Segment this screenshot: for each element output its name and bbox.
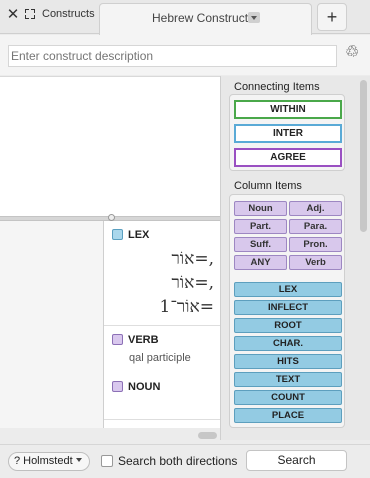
hebrew-word-2[interactable]: אוֹר=, (171, 273, 214, 293)
text-item-button[interactable]: TEXT (234, 372, 342, 387)
palette-scrollbar[interactable] (360, 80, 367, 232)
description-row: ♲ (0, 35, 370, 75)
lex-header: LEX (128, 229, 150, 241)
verb-button[interactable]: Verb (289, 255, 342, 270)
lex-swatch (112, 229, 123, 240)
verb-swatch (112, 334, 123, 345)
search-both-directions-checkbox[interactable] (101, 455, 113, 467)
noun-swatch (112, 381, 123, 392)
version-label: Holmstedt (23, 455, 73, 467)
para-button[interactable]: Para. (289, 219, 342, 234)
verb-header: VERB (128, 334, 159, 346)
lex-item-button[interactable]: LEX (234, 282, 342, 297)
recycle-icon[interactable]: ♲ (345, 42, 359, 62)
hits-item-button[interactable]: HITS (234, 354, 342, 369)
inter-button[interactable]: INTER (234, 124, 342, 143)
palette-panel: Connecting Items WITHIN INTER AGREE Colu… (220, 76, 370, 440)
any-button[interactable]: ANY (234, 255, 287, 270)
add-tab-button[interactable]: + (317, 3, 347, 31)
tab-hebrew-construct-label: Hebrew Construct (152, 11, 249, 25)
close-icon[interactable]: ✕ (6, 6, 20, 24)
search-button[interactable]: Search (246, 450, 347, 471)
count-item-button[interactable]: COUNT (234, 390, 342, 405)
char-item-button[interactable]: CHAR. (234, 336, 342, 351)
hebrew-word-3[interactable]: אוֹר־1= (160, 297, 215, 317)
footer-bar: ? Holmstedt Search both directions Search (0, 444, 370, 478)
connecting-items-title: Connecting Items (234, 81, 320, 93)
tab-hebrew-construct[interactable]: Hebrew Construct (99, 3, 312, 35)
tab-bar: ✕ Constructs Hebrew Construct + (0, 0, 370, 35)
section-divider (104, 325, 220, 326)
construct-canvas[interactable] (0, 76, 220, 216)
construct-description-input[interactable] (8, 45, 337, 67)
root-item-button[interactable]: ROOT (234, 318, 342, 333)
suff-button[interactable]: Suff. (234, 237, 287, 252)
results-list[interactable] (0, 221, 104, 428)
help-icon[interactable]: ? (14, 453, 20, 470)
agree-button[interactable]: AGREE (234, 148, 342, 167)
pron-button[interactable]: Pron. (289, 237, 342, 252)
connecting-items-box: WITHIN INTER AGREE (229, 94, 345, 171)
noun-category: NOUN (112, 381, 160, 393)
part-button[interactable]: Part. (234, 219, 287, 234)
expand-icon[interactable] (25, 9, 35, 19)
horizontal-scrollbar[interactable] (198, 432, 217, 439)
column-items-box: Noun Adj. Part. Para. Suff. Pron. ANY Ve… (229, 194, 345, 428)
hebrew-word-1[interactable]: אוֹר=, (171, 249, 214, 269)
tab-constructs[interactable]: Constructs (42, 8, 95, 20)
version-selector[interactable]: ? Holmstedt (8, 452, 90, 471)
place-item-button[interactable]: PLACE (234, 408, 342, 423)
section-divider (104, 419, 220, 420)
results-detail: LEX אוֹר=, אוֹר=, אוֹר־1= VERB qal parti… (104, 221, 220, 428)
column-items-title: Column Items (234, 180, 302, 192)
inflect-item-button[interactable]: INFLECT (234, 300, 342, 315)
tab-dropdown-icon[interactable] (248, 12, 260, 23)
noun-button[interactable]: Noun (234, 201, 287, 216)
verb-subtext: qal participle (129, 352, 191, 364)
within-button[interactable]: WITHIN (234, 100, 342, 119)
search-both-directions-label[interactable]: Search both directions (118, 454, 237, 468)
noun-header: NOUN (128, 381, 161, 393)
lex-category: LEX (112, 229, 149, 241)
chevron-down-icon (75, 458, 82, 462)
verb-category: VERB (112, 334, 159, 346)
adj-button[interactable]: Adj. (289, 201, 342, 216)
